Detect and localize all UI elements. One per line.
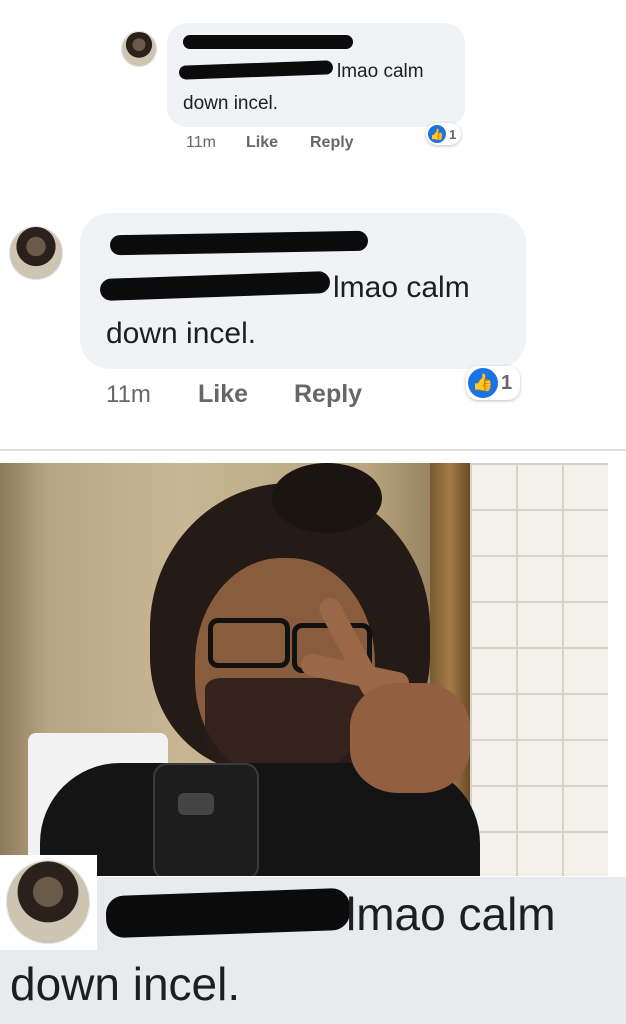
comment-text: down incel. [183,93,279,114]
reaction-badge[interactable]: 👍 1 [466,366,521,400]
overlay-text: lmao calm [346,888,556,940]
comment-bubble-small: lmao calm down incel. [167,23,465,127]
tiled-wall [470,463,608,876]
glasses [208,618,290,668]
comment-time: 11m [106,381,151,408]
redacted-mention [178,60,334,80]
reaction-badge[interactable]: 👍 1 [426,123,462,145]
reply-link[interactable]: Reply [294,380,362,409]
avatar[interactable] [6,860,90,944]
redacted-author [109,230,369,256]
reaction-count: 1 [449,126,457,142]
phone [153,763,259,876]
comment-text: down incel. [106,317,257,350]
reply-link[interactable]: Reply [310,134,354,152]
like-link[interactable]: Like [246,134,278,152]
reaction-count: 1 [501,371,513,394]
overlay-text: down incel. [10,958,241,1010]
hair-bun [272,463,382,533]
redacted-mention [99,270,331,302]
selfie-photo [0,463,608,876]
redacted-mention [105,887,351,939]
comment-time: 11m [186,134,216,151]
comment-text: lmao calm [337,61,424,82]
avatar[interactable] [9,226,63,280]
redacted-author [183,35,353,49]
divider [0,449,626,451]
hand [350,683,470,793]
like-link[interactable]: Like [198,380,248,409]
thumbs-up-icon: 👍 [428,125,446,143]
phone-camera-icon [178,793,214,815]
thumbs-up-icon: 👍 [468,368,498,398]
comment-text: lmao calm [333,271,470,304]
avatar[interactable] [121,31,157,67]
comment-bubble-large: lmao calm down incel. [80,213,526,369]
